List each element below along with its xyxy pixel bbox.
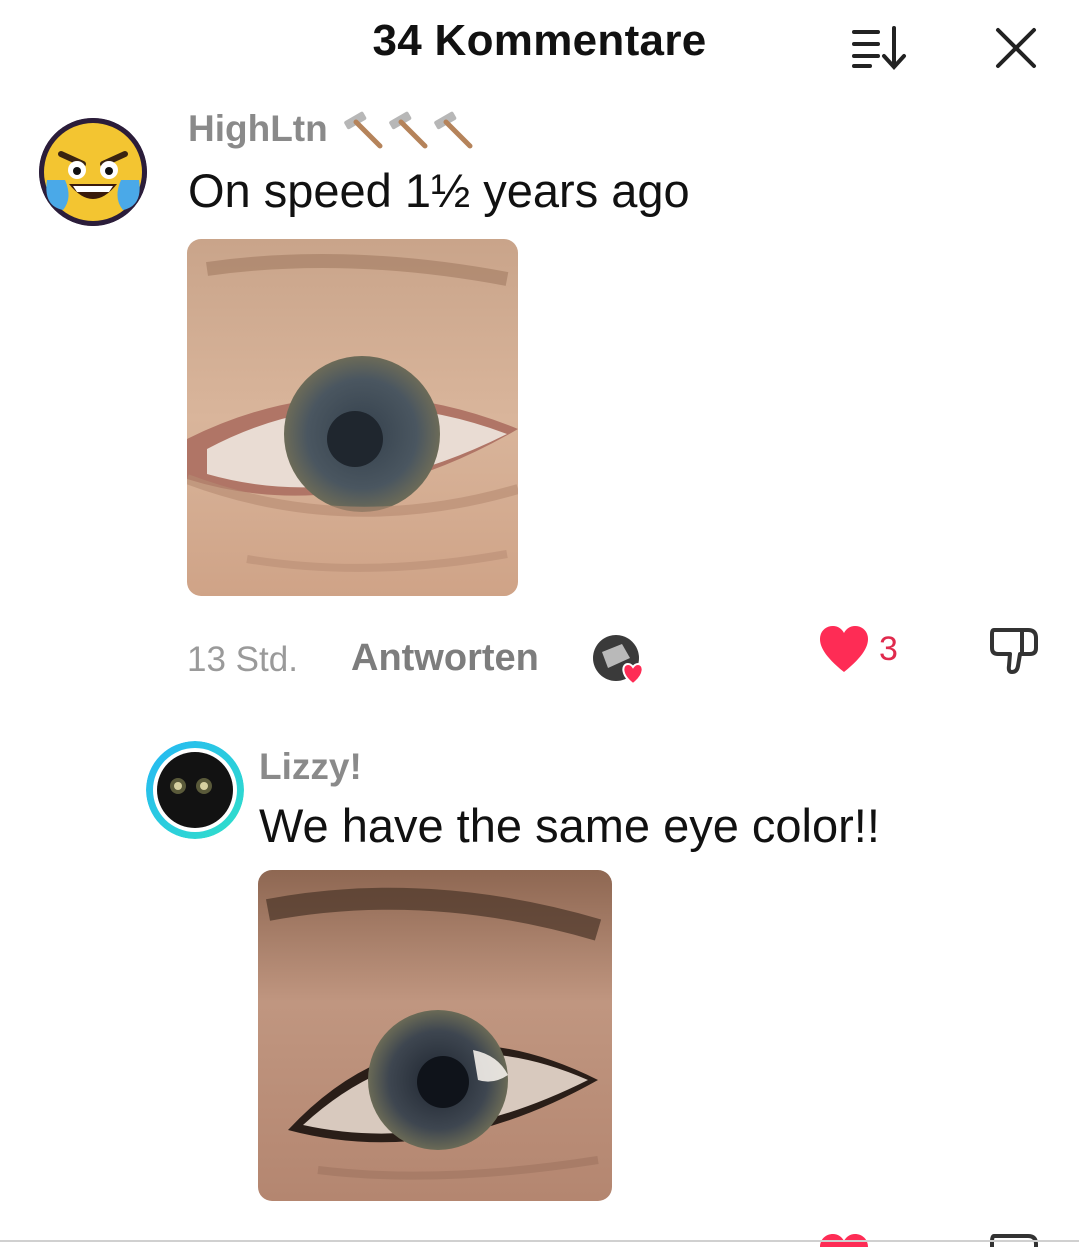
- thumbs-down-icon: [990, 628, 1038, 674]
- comment-timestamp: 13 Std.: [187, 640, 298, 679]
- eye-photo: [187, 239, 518, 596]
- comment-image[interactable]: [187, 239, 518, 596]
- username[interactable]: Lizzy!: [259, 746, 362, 788]
- eye-photo: [258, 870, 612, 1201]
- dislike-button[interactable]: [988, 624, 1042, 676]
- comment-image[interactable]: [258, 870, 612, 1201]
- close-button[interactable]: [990, 22, 1042, 74]
- creator-avatar-heart-icon: [593, 635, 644, 686]
- comments-sheet: 34 Kommentare HighLtn On speed 1½ years …: [0, 0, 1079, 1247]
- avatar[interactable]: [146, 741, 244, 839]
- close-icon: [996, 28, 1036, 68]
- avatar[interactable]: [39, 118, 147, 226]
- cat-eyes-avatar: [146, 741, 244, 839]
- laughing-angry-emoji-avatar: [39, 118, 147, 226]
- username[interactable]: HighLtn: [188, 108, 328, 150]
- reply-button[interactable]: Antworten: [351, 637, 539, 680]
- heart-filled-icon: [820, 626, 868, 672]
- page-title: 34 Kommentare: [372, 16, 707, 65]
- hammer-icon: [389, 111, 428, 149]
- like-count: 3: [879, 630, 898, 668]
- hammer-icon: [344, 111, 383, 149]
- comment-text: On speed 1½ years ago: [188, 164, 690, 217]
- creator-liked-badge: [592, 634, 650, 686]
- hammer-icon: [434, 111, 473, 149]
- sort-button[interactable]: [848, 22, 910, 72]
- like-button[interactable]: [818, 624, 870, 676]
- divider: [0, 1240, 1079, 1242]
- comment-text: We have the same eye color!!: [259, 799, 880, 852]
- sort-icon: [852, 26, 906, 70]
